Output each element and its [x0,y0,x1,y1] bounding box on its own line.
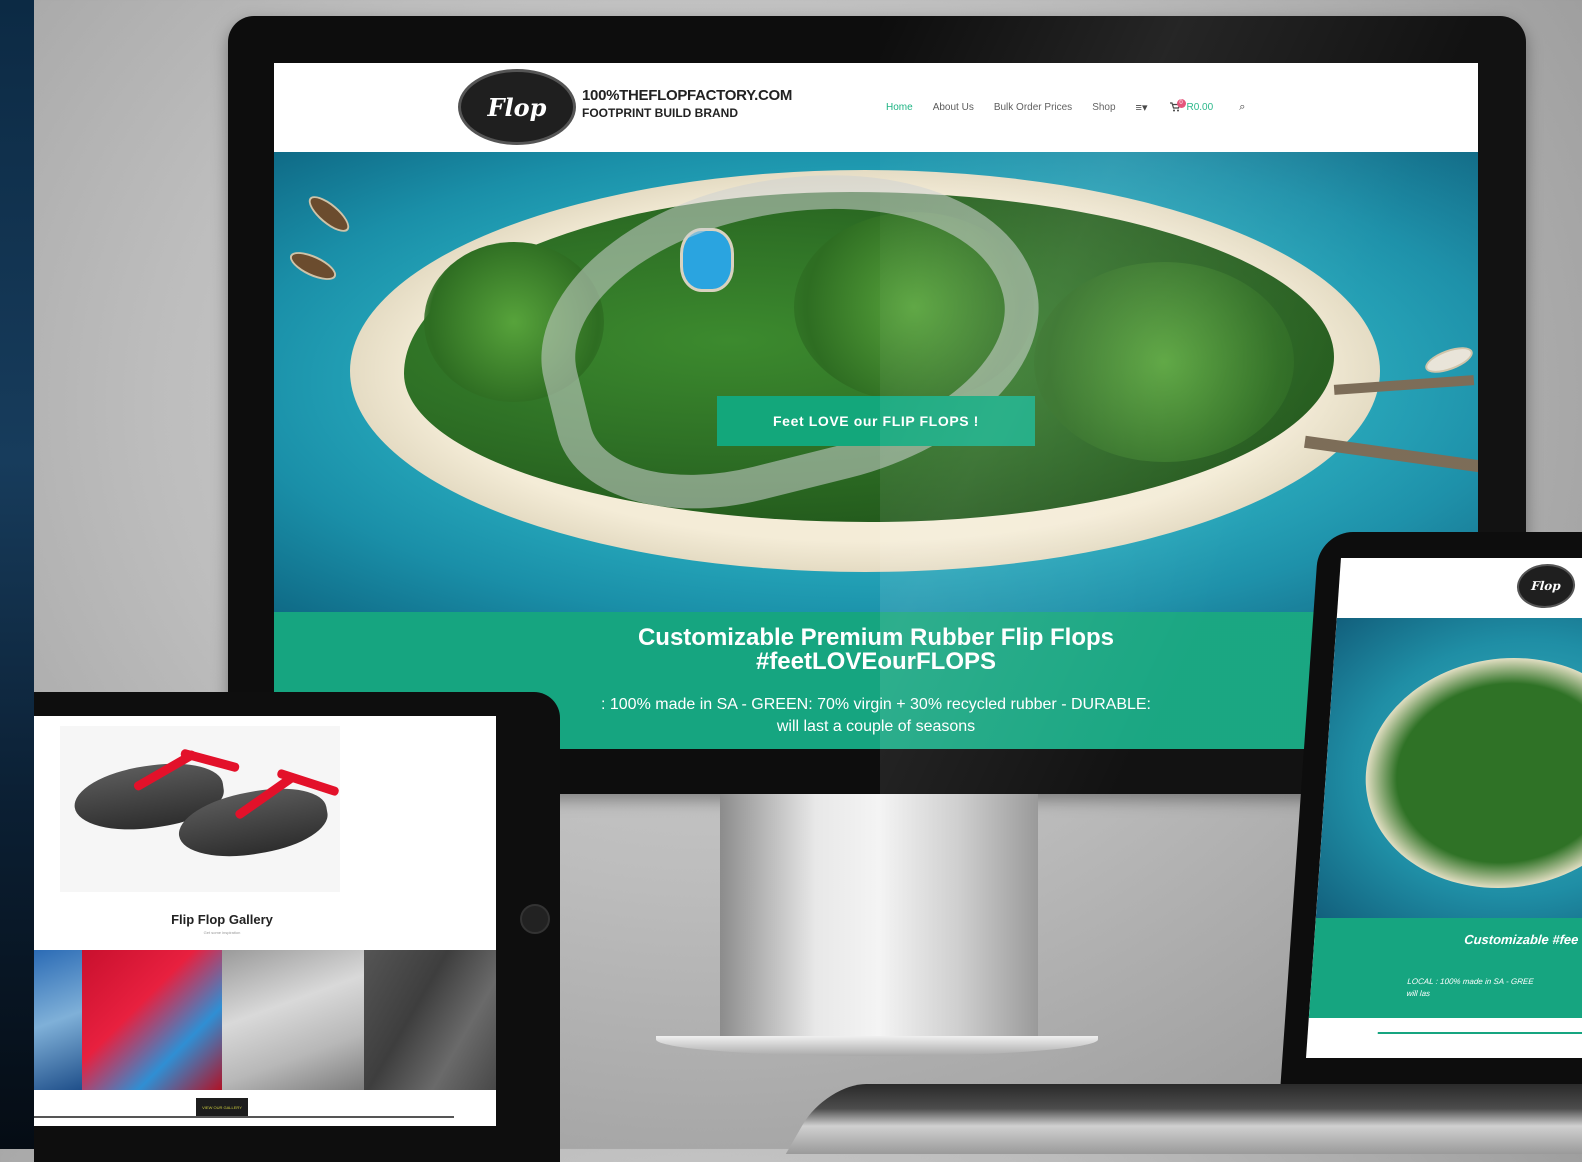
nav-bulk-order-prices[interactable]: Bulk Order Prices [994,102,1072,113]
gallery-title: Flip Flop Gallery [171,912,273,927]
logo-line1: 100%THEFLOPFACTORY.COM [582,87,793,104]
nav-about[interactable]: About Us [933,102,974,113]
boat [1422,342,1476,378]
nav-shop[interactable]: Shop [1092,102,1115,113]
laptop-logo-badge-text: Flop [1530,579,1562,593]
gallery-divider [34,1116,454,1118]
background-edge [0,0,34,1149]
laptop-tagline-sub: LOCAL : 100% made in SA - GREE will las [1406,976,1582,1000]
product-image-flipflops[interactable] [60,726,340,892]
site-header: Flop 100%THEFLOPFACTORY.COM FOOTPRINT BU… [274,63,1478,152]
logo-badge-text: Flop [487,92,547,122]
nav-home[interactable]: Home [886,102,913,113]
gallery-image[interactable] [82,950,222,1090]
tagline-title-line1: Customizable Premium Rubber Flip Flops [637,624,1115,651]
boat [286,246,340,286]
tagline-title: Customizable Premium Rubber Flip Flops #… [274,626,1478,674]
monitor-base [656,1036,1098,1056]
laptop-divider [1377,1032,1582,1034]
laptop-hero-image [1315,618,1582,918]
boat [303,190,355,238]
tree-cluster [1034,262,1294,462]
gallery-image[interactable] [364,950,496,1090]
laptop-logo[interactable]: Flop [1515,564,1577,608]
laptop-screen: Flop Customizable #fee LOCAL : 100% made… [1306,558,1582,1058]
gallery-subtitle: Get some inspiration [203,930,241,935]
laptop-tagline-sub-line1: LOCAL : 100% made in SA - GREE [1407,977,1534,986]
view-gallery-button[interactable]: VIEW OUR GALLERY [196,1098,248,1116]
laptop-island [1357,658,1582,888]
hero-island-image: Feet LOVE our FLIP FLOPS ! [274,152,1478,612]
tablet-screen: Flip Flop Gallery Get some inspiration V… [34,716,496,1126]
menu-icon[interactable]: ≡▾ [1136,101,1148,114]
monitor-stand [720,794,1038,1044]
laptop-keyboard-base [785,1084,1582,1154]
cart-count-badge: 0 [1176,98,1186,108]
tagline-title-line2: #feetLOVEourFLOPS [755,648,997,675]
gallery-image[interactable] [222,950,364,1090]
gallery-image[interactable] [34,950,82,1090]
main-nav: Home About Us Bulk Order Prices Shop ≡▾ … [886,98,1245,115]
laptop-tagline-band: Customizable #fee LOCAL : 100% made in S… [1308,918,1582,1018]
logo[interactable]: Flop [458,69,576,145]
tablet-camera [520,904,550,934]
logo-line2: FOOTPRINT BUILD BRAND [582,106,738,120]
gallery-strip [34,950,496,1090]
cart-link[interactable]: 0 R0.00 [1169,98,1214,113]
hero-cta-button[interactable]: Feet LOVE our FLIP FLOPS ! [717,396,1035,446]
laptop-tagline-title: Customizable #fee [1463,932,1579,947]
logo-wordmark[interactable]: 100%THEFLOPFACTORY.COM FOOTPRINT BUILD B… [582,87,792,133]
search-icon[interactable]: ⌕ [1239,101,1245,114]
cart-total: R0.00 [1186,101,1214,113]
desktop-screen: Flop 100%THEFLOPFACTORY.COM FOOTPRINT BU… [274,63,1478,749]
laptop-tagline-sub-line2: will las [1406,989,1431,998]
